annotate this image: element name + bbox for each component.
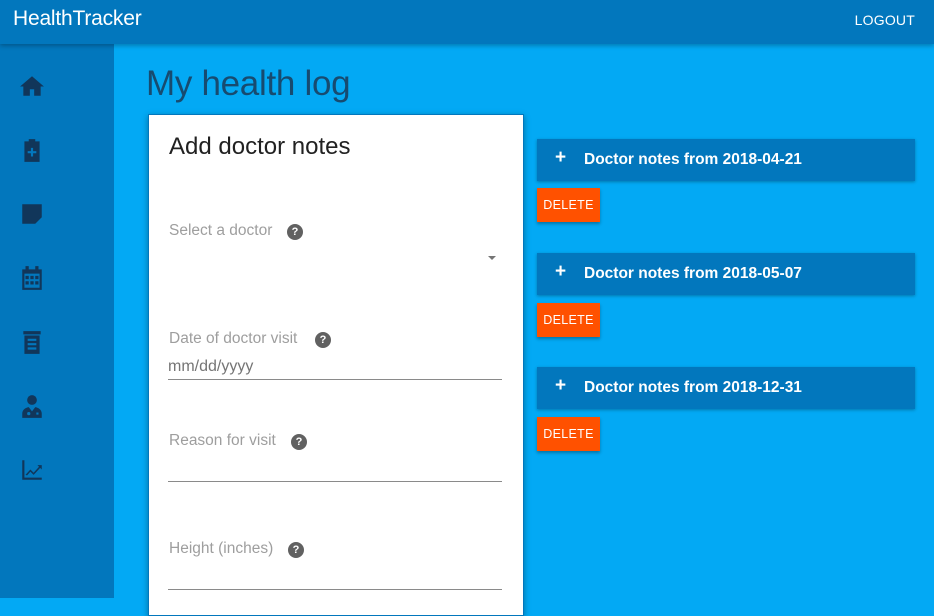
- page-title: My health log: [146, 64, 351, 103]
- logout-button[interactable]: LOGOUT: [855, 12, 915, 28]
- note-panel-2018-05-07[interactable]: + Doctor notes from 2018-05-07: [537, 253, 915, 295]
- doctor-select-label: Select a doctor: [169, 222, 273, 239]
- height-help-icon[interactable]: ?: [288, 542, 304, 558]
- chart-line-icon: [22, 460, 42, 480]
- note-title: Doctor notes from 2018-05-07: [584, 265, 802, 282]
- doctor-help-icon[interactable]: ?: [287, 224, 303, 240]
- doctor-icon: [22, 395, 42, 418]
- visit-date-help-icon[interactable]: ?: [315, 332, 331, 348]
- sidebar-item-notes[interactable]: [14, 196, 50, 232]
- expand-icon: +: [555, 261, 567, 282]
- visit-date-underline: [168, 379, 502, 380]
- expand-icon: +: [555, 375, 567, 396]
- add-doctor-notes-card: Add doctor notes Select a doctor ? Date …: [148, 114, 524, 616]
- visit-date-input[interactable]: [168, 355, 502, 379]
- clipboard-plus-icon: [24, 139, 40, 162]
- height-input[interactable]: [168, 562, 502, 588]
- note-panel-2018-04-21[interactable]: + Doctor notes from 2018-04-21: [537, 139, 915, 181]
- home-icon: [20, 76, 44, 96]
- card-title: Add doctor notes: [169, 133, 351, 160]
- sidebar-item-charts[interactable]: [14, 452, 50, 488]
- chevron-down-icon[interactable]: [488, 256, 496, 260]
- expand-icon: +: [555, 147, 567, 168]
- delete-button[interactable]: DELETE: [537, 188, 600, 222]
- sidebar-item-home[interactable]: [14, 68, 50, 104]
- note-icon: [22, 204, 42, 224]
- sidebar-item-calendar[interactable]: [14, 260, 50, 296]
- delete-button[interactable]: DELETE: [537, 417, 600, 451]
- sidebar-item-doctors[interactable]: [14, 388, 50, 424]
- note-title: Doctor notes from 2018-12-31: [584, 379, 802, 396]
- reason-input[interactable]: [168, 454, 502, 480]
- height-label: Height (inches): [169, 540, 274, 557]
- note-panel-2018-12-31[interactable]: + Doctor notes from 2018-12-31: [537, 367, 915, 409]
- height-underline: [168, 589, 502, 590]
- doctor-select[interactable]: [168, 247, 502, 277]
- note-title: Doctor notes from 2018-04-21: [584, 151, 802, 168]
- top-app-bar: HealthTracker LOGOUT: [0, 0, 934, 44]
- sidebar-item-clipboard[interactable]: [14, 132, 50, 168]
- reason-help-icon[interactable]: ?: [291, 434, 307, 450]
- reason-label: Reason for visit: [169, 432, 276, 449]
- app-title: HealthTracker: [13, 7, 142, 30]
- visit-date-label: Date of doctor visit: [169, 330, 298, 347]
- delete-button[interactable]: DELETE: [537, 303, 600, 337]
- calendar-icon: [22, 266, 42, 290]
- sidebar: [0, 44, 114, 598]
- sidebar-item-records[interactable]: [14, 324, 50, 360]
- reason-underline: [168, 481, 502, 482]
- document-list-icon: [23, 331, 41, 354]
